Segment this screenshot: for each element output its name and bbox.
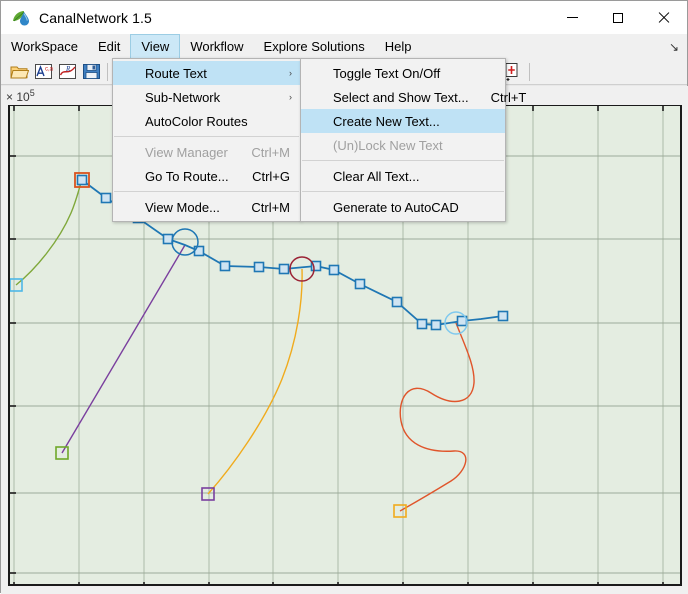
menu-item-label: Select and Show Text... [333, 89, 469, 105]
menu-separator [114, 136, 299, 137]
maximize-button[interactable] [595, 1, 641, 34]
route-node[interactable] [219, 260, 231, 272]
route-purple-branch[interactable] [61, 244, 186, 454]
route-line-green-branch[interactable] [15, 179, 83, 286]
menu-item-label: (Un)Lock New Text [333, 137, 443, 153]
text-annotate-icon[interactable]: c,a [31, 60, 55, 84]
title-bar: CanalNetwork 1.5 [1, 1, 687, 34]
menu-item-label: Toggle Text On/Off [333, 65, 441, 81]
menu-item-label: Generate to AutoCAD [333, 199, 459, 215]
axis-exponent-label: × 105 [6, 88, 35, 104]
route-node[interactable] [253, 261, 265, 273]
menu-item-label: Route Text [145, 65, 207, 81]
route-line-gold-branch[interactable] [207, 268, 303, 495]
menu-separator [302, 160, 504, 161]
save-icon[interactable] [79, 60, 103, 84]
route-node[interactable] [430, 319, 442, 331]
chevron-right-icon: › [289, 92, 292, 102]
svg-text:R: R [65, 65, 71, 73]
menu-edit[interactable]: Edit [88, 34, 130, 59]
svg-text:c,a: c,a [45, 67, 53, 73]
menu-item-label: View Mode... [145, 199, 220, 215]
view-menu-item-go-to-route[interactable]: Go To Route... Ctrl+G [113, 164, 300, 188]
route-text-menu-item-generate-to-autocad[interactable]: Generate to AutoCAD [301, 195, 505, 219]
close-icon [658, 12, 670, 24]
menu-item-label: Go To Route... [145, 168, 229, 184]
window-controls [549, 1, 687, 34]
chevron-right-icon: › [289, 68, 292, 78]
view-menu-item-view-manager: View Manager Ctrl+M [113, 140, 300, 164]
view-menu-item-sub-network[interactable]: Sub-Network › [113, 85, 300, 109]
route-orange-branch[interactable] [399, 322, 475, 512]
route-node[interactable] [328, 264, 340, 276]
menu-help[interactable]: Help [375, 34, 422, 59]
menu-overflow-icon[interactable]: ↘ [669, 34, 687, 59]
menu-item-accelerator: Ctrl+T [490, 89, 527, 105]
route-node[interactable] [416, 318, 428, 330]
route-text-submenu[interactable]: Toggle Text On/Off Select and Show Text..… [300, 58, 526, 222]
leaf-droplet-icon [11, 8, 31, 28]
minimize-button[interactable] [549, 1, 595, 34]
view-menu-item-route-text[interactable]: Route Text › [113, 61, 300, 85]
toolbar-separator-2 [529, 63, 530, 81]
menu-explore-solutions[interactable]: Explore Solutions [254, 34, 375, 59]
route-node[interactable] [391, 296, 403, 308]
menu-item-label: Clear All Text... [333, 168, 420, 184]
toolbar-separator [107, 62, 108, 81]
menu-item-label: View Manager [145, 144, 228, 160]
menu-view[interactable]: View [130, 34, 181, 59]
maximize-icon [613, 12, 623, 23]
route-text-menu-item-select-and-show-text[interactable]: Select and Show Text... Ctrl+T [301, 85, 526, 109]
menu-item-label: AutoColor Routes [145, 113, 248, 129]
route-text-menu-item-un-lock-new-text: (Un)Lock New Text [301, 133, 505, 157]
view-menu-item-autocolor-routes[interactable]: AutoColor Routes [113, 109, 300, 133]
route-node[interactable] [162, 233, 174, 245]
route-node[interactable] [497, 310, 509, 322]
menu-separator [302, 191, 504, 192]
menu-workflow[interactable]: Workflow [180, 34, 253, 59]
menu-separator [114, 191, 299, 192]
route-curve-icon[interactable]: R [55, 60, 79, 84]
route-text-menu-item-clear-all-text[interactable]: Clear All Text... [301, 164, 505, 188]
route-text-menu-item-create-new-text[interactable]: Create New Text... [301, 109, 505, 133]
open-folder-icon[interactable] [7, 60, 31, 84]
route-node[interactable] [354, 278, 366, 290]
minimize-icon [566, 17, 578, 18]
menu-item-label: Create New Text... [333, 113, 440, 129]
view-dropdown-menu[interactable]: Route Text › Sub-Network › AutoColor Routes V… [112, 58, 301, 222]
menu-workspace[interactable]: WorkSpace [1, 34, 88, 59]
route-gold-branch[interactable] [207, 268, 303, 495]
route-green-branch[interactable] [15, 179, 83, 286]
menu-bar: WorkSpace Edit View Workflow Explore Sol… [1, 34, 687, 59]
menu-item-accelerator: Ctrl+M [251, 144, 290, 160]
route-node[interactable] [76, 174, 88, 186]
view-menu-item-view-mode[interactable]: View Mode... Ctrl+M [113, 195, 300, 219]
route-line-purple-branch[interactable] [61, 244, 186, 454]
route-node[interactable] [100, 192, 112, 204]
route-node[interactable] [278, 263, 290, 275]
menu-item-accelerator: Ctrl+M [251, 199, 290, 215]
window-title: CanalNetwork 1.5 [39, 9, 152, 26]
menu-item-label: Sub-Network [145, 89, 221, 105]
application-window: CanalNetwork 1.5 WorkSpace Edit View Wor… [0, 0, 688, 594]
route-text-menu-item-toggle-text-on-off[interactable]: Toggle Text On/Off [301, 61, 505, 85]
route-line-orange-branch[interactable] [399, 322, 475, 512]
close-button[interactable] [641, 1, 687, 34]
menu-item-accelerator: Ctrl+G [252, 168, 290, 184]
